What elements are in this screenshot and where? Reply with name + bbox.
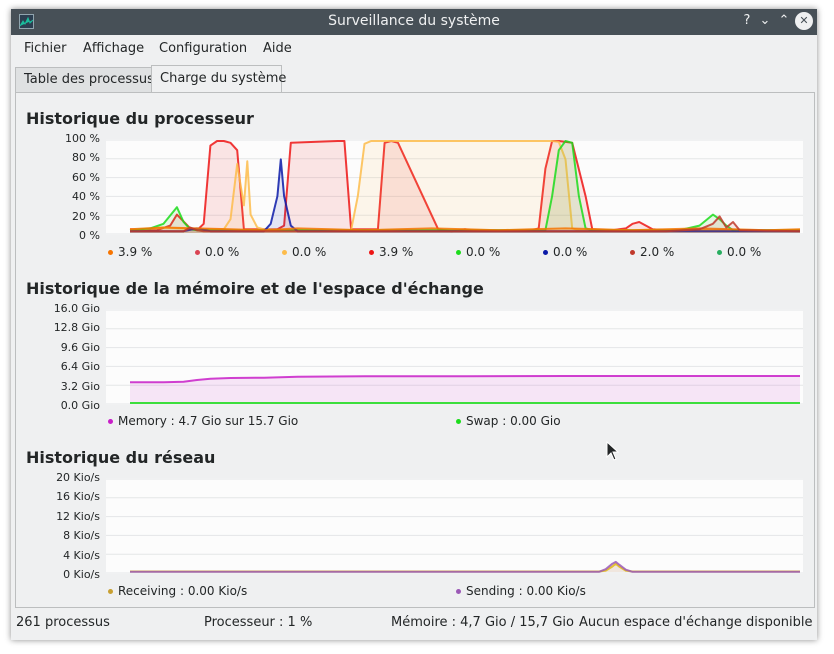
network-y-tick: 20 Kio/s: [56, 471, 100, 484]
legend-color-swatch: [369, 250, 374, 255]
legend-color-swatch: [456, 419, 461, 424]
tab-process-table[interactable]: Table des processus: [15, 67, 154, 92]
legend-label: Receiving : 0.00 Kio/s: [118, 584, 248, 598]
close-button[interactable]: ✕: [795, 12, 813, 30]
legend-item: 2.0 %: [630, 245, 674, 259]
cpu-y-tick: 40 %: [72, 190, 100, 204]
series-area-1: [130, 561, 800, 572]
status-swap: Aucun espace d'échange disponible: [579, 615, 813, 630]
minimize-button[interactable]: ⌄: [756, 12, 774, 30]
mouse-cursor-icon: [606, 441, 620, 461]
legend-color-swatch: [282, 250, 287, 255]
legend-label: 0.0 %: [205, 245, 240, 259]
status-memory: Mémoire : 4,7 Gio / 15,7 Gio: [391, 615, 574, 630]
legend-item: Receiving : 0.00 Kio/s: [108, 584, 247, 598]
cpu-y-tick: 80 %: [72, 151, 100, 165]
memory-history-title: Historique de la mémoire et de l'espace …: [26, 279, 484, 298]
legend-color-swatch: [543, 250, 548, 255]
tab-system-load[interactable]: Charge du système: [151, 65, 286, 92]
legend-item: Swap : 0.00 Gio: [456, 414, 561, 428]
window-title: Surveillance du système: [328, 13, 500, 29]
legend-item: 0.0 %: [456, 245, 500, 259]
legend-label: Swap : 0.00 Gio: [466, 414, 561, 428]
menu-aide[interactable]: Aide: [263, 41, 292, 56]
network-y-tick: 12 Kio/s: [56, 509, 100, 523]
cpu-y-tick: 0 %: [79, 229, 100, 242]
memory-y-tick: 9.6 Gio: [60, 340, 100, 354]
legend-color-swatch: [195, 250, 200, 255]
memory-y-tick: 12.8 Gio: [53, 321, 100, 335]
legend-item: Memory : 4.7 Gio sur 15.7 Gio: [108, 414, 298, 428]
legend-label: 0.0 %: [466, 245, 501, 259]
cpu-y-tick: 20 %: [72, 209, 100, 223]
menu-fichier[interactable]: Fichier: [24, 41, 67, 56]
network-history-chart: [106, 478, 803, 574]
legend-item: 0.0 %: [195, 245, 239, 259]
legend-color-swatch: [108, 250, 113, 255]
legend-label: 0.0 %: [553, 245, 588, 259]
status-cpu: Processeur : 1 %: [204, 615, 313, 630]
memory-y-tick: 16.0 Gio: [53, 302, 100, 315]
system-monitor-window: Surveillance du système ? ⌄ ⌃ ✕ Fichier …: [11, 9, 817, 640]
legend-item: 0.0 %: [717, 245, 761, 259]
network-y-tick: 4 Kio/s: [63, 548, 100, 562]
legend-color-swatch: [717, 250, 722, 255]
legend-color-swatch: [630, 250, 635, 255]
help-button[interactable]: ?: [738, 12, 756, 30]
memory-history-chart: [106, 309, 803, 405]
legend-label: 3.9 %: [379, 245, 414, 259]
status-bar: 261 processus Processeur : 1 % Mémoire :…: [11, 613, 817, 637]
legend-color-swatch: [456, 589, 461, 594]
cpu-y-tick: 60 %: [72, 170, 100, 184]
memory-y-tick: 0.0 Gio: [60, 399, 100, 412]
legend-color-swatch: [108, 419, 113, 424]
status-process-count: 261 processus: [16, 615, 110, 630]
menu-bar: Fichier Affichage Configuration Aide: [11, 35, 817, 63]
legend-label: 2.0 %: [640, 245, 675, 259]
network-history-title: Historique du réseau: [26, 448, 216, 467]
legend-item: 0.0 %: [282, 245, 326, 259]
legend-label: Memory : 4.7 Gio sur 15.7 Gio: [118, 414, 299, 428]
network-y-tick: 16 Kio/s: [56, 490, 100, 504]
legend-label: Sending : 0.00 Kio/s: [466, 584, 586, 598]
legend-label: 0.0 %: [292, 245, 327, 259]
network-y-tick: 0 Kio/s: [63, 568, 100, 581]
series-area-0: [130, 376, 800, 403]
title-bar[interactable]: Surveillance du système ? ⌄ ⌃ ✕: [11, 9, 817, 35]
legend-color-swatch: [456, 250, 461, 255]
series-line-0: [130, 562, 800, 573]
memory-y-tick: 6.4 Gio: [60, 360, 100, 374]
system-load-panel: Historique du processeur 100 % 80 % 60 % 40…: [15, 92, 815, 608]
legend-item: 3.9 %: [369, 245, 413, 259]
series-line-1: [130, 560, 800, 573]
cpu-y-tick: 100 %: [65, 132, 100, 145]
legend-item: 3.9 %: [108, 245, 152, 259]
legend-label: 3.9 %: [118, 245, 153, 259]
menu-affichage[interactable]: Affichage: [83, 41, 144, 56]
legend-color-swatch: [108, 589, 113, 594]
maximize-button[interactable]: ⌃: [775, 12, 793, 30]
legend-item: 0.0 %: [543, 245, 587, 259]
cpu-history-chart: [106, 139, 803, 235]
legend-label: 0.0 %: [727, 245, 762, 259]
memory-y-tick: 3.2 Gio: [60, 379, 100, 393]
cpu-history-title: Historique du processeur: [26, 109, 254, 128]
network-y-tick: 8 Kio/s: [63, 529, 100, 543]
menu-configuration[interactable]: Configuration: [159, 41, 247, 56]
legend-item: Sending : 0.00 Kio/s: [456, 584, 586, 598]
